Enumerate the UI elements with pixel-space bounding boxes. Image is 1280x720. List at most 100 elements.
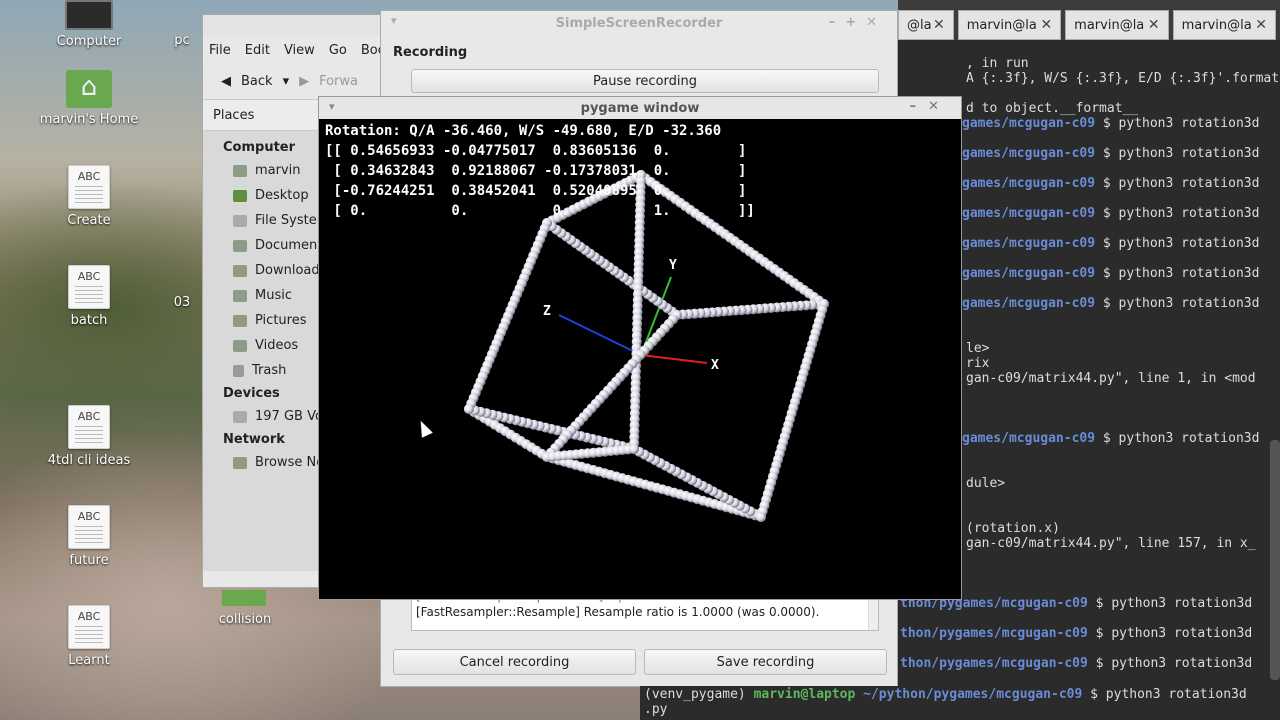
document-icon: ABC — [68, 405, 110, 449]
terminal-line: dule> — [966, 476, 1006, 491]
axis-label-z: Z — [543, 304, 551, 319]
terminal-line: games/mcgugan-c09 $ python3 rotation3d — [962, 176, 1260, 191]
terminal-tab-bar: @la ✕ marvin@la ✕ marvin@la ✕ marvin@la ✕ — [898, 0, 1280, 40]
terminal-line: games/mcgugan-c09 $ python3 rotation3d — [962, 296, 1260, 311]
terminal-tab[interactable]: marvin@la ✕ — [1065, 10, 1169, 40]
close-icon[interactable]: ✕ — [1040, 17, 1052, 33]
menu-file[interactable]: File — [209, 43, 231, 58]
window-controls[interactable]: –✕ — [910, 99, 951, 114]
desktop-icon-label: Computer — [56, 34, 122, 49]
desktop-icon-create[interactable]: ABC Create — [34, 165, 144, 228]
folder-icon — [233, 314, 247, 327]
terminal-line: games/mcgugan-c09 $ python3 rotation3d — [962, 266, 1260, 281]
file-manager-titlebar[interactable] — [203, 15, 381, 37]
window-controls[interactable]: –+✕ — [829, 15, 887, 30]
terminal-line: , in run — [966, 56, 1029, 71]
terminal-line: gan-c09/matrix44.py", line 1, in <mod — [966, 371, 1256, 386]
menu-go[interactable]: Go — [329, 43, 347, 58]
close-icon[interactable]: ✕ — [1255, 17, 1267, 33]
desktop-icon-label: marvin's Home — [39, 112, 139, 127]
back-arrow-icon[interactable]: ◀ — [221, 74, 231, 89]
matrix-row: [-0.76244251 0.38452041 0.52040895 0. ] — [325, 183, 747, 199]
folder-icon[interactable] — [222, 590, 266, 606]
file-manager-menubar: File Edit View Go Bookma — [203, 37, 414, 63]
save-recording-button[interactable]: Save recording — [644, 649, 887, 675]
desktop-icon-batch[interactable]: ABC batch — [34, 265, 144, 328]
network-icon — [233, 456, 247, 469]
terminal-line: games/mcgugan-c09 $ python3 rotation3d — [962, 146, 1260, 161]
document-icon: ABC — [68, 505, 110, 549]
drive-icon — [233, 410, 247, 423]
terminal-line: games/mcgugan-c09 $ python3 rotation3d — [962, 206, 1260, 221]
cube-sphere — [756, 512, 766, 522]
folder-icon — [233, 164, 247, 177]
pause-recording-button[interactable]: Pause recording — [411, 69, 879, 93]
forward-arrow-icon[interactable]: ▶ — [299, 74, 309, 89]
terminal-prompt-line: (venv_pygame) marvin@laptop ~/python/pyg… — [644, 687, 1247, 702]
rotation-readout: Rotation: Q/A -36.460, W/S -49.680, E/D … — [325, 123, 722, 139]
document-icon: ABC — [68, 605, 110, 649]
pygame-titlebar[interactable]: ▾ pygame window –✕ — [319, 97, 961, 119]
desktop-icon-label: batch — [70, 313, 108, 328]
document-icon: ABC — [68, 165, 110, 209]
x-axis-line — [640, 354, 708, 364]
z-axis-line — [558, 314, 642, 356]
terminal-tab[interactable]: marvin@la ✕ — [1172, 10, 1277, 40]
terminal-scrollbar[interactable] — [1270, 440, 1280, 680]
matrix-row: [ 0.34632843 0.92188067 -0.17378031 0. ] — [325, 163, 747, 179]
home-folder-icon — [66, 70, 112, 108]
trash-icon — [233, 364, 244, 377]
terminal-line: rix — [966, 356, 990, 371]
terminal-line: games/mcgugan-c09 $ python3 rotation3d — [962, 431, 1260, 446]
computer-icon — [65, 0, 113, 30]
terminal-line: d to object.__format__ — [966, 101, 1139, 116]
cube-sphere — [464, 404, 474, 414]
close-icon[interactable]: ✕ — [1148, 17, 1160, 33]
desktop-icon-label: Create — [67, 213, 111, 228]
terminal-line: le> — [966, 341, 990, 356]
desktop-icon-computer[interactable]: Computer — [34, 0, 144, 49]
desktop-icon-collision-label[interactable]: collision — [190, 612, 300, 627]
log-line: [FastResampler::Resample] Resample ratio… — [416, 605, 820, 619]
terminal-prompt-continuation: .py — [644, 702, 668, 717]
back-history-dropdown-icon[interactable]: ▾ — [283, 74, 290, 89]
terminal-tab[interactable]: marvin@la ✕ — [957, 10, 1062, 40]
pygame-window[interactable]: ▾ pygame window –✕ X Y Z Rotation: Q/A -36… — [318, 96, 962, 600]
back-button[interactable]: Back — [241, 74, 273, 89]
pygame-title: pygame window — [580, 100, 700, 116]
desktop-folder-icon — [233, 189, 247, 202]
terminal-line: thon/pygames/mcgugan-c09 $ python3 rotat… — [900, 626, 1253, 641]
document-icon: ABC — [68, 265, 110, 309]
menu-edit[interactable]: Edit — [245, 43, 270, 58]
desktop-icon-label: 4tdl cli ideas — [47, 453, 131, 468]
folder-icon — [233, 339, 247, 352]
recording-section-title: Recording — [393, 45, 468, 60]
forward-button[interactable]: Forwa — [319, 74, 358, 89]
desktop-icon-learnt[interactable]: ABC Learnt — [34, 605, 144, 668]
desktop-icon-4tdl[interactable]: ABC 4tdl cli ideas — [34, 405, 144, 468]
recorder-title: SimpleScreenRecorder — [555, 15, 723, 31]
terminal-line: games/mcgugan-c09 $ python3 rotation3d — [962, 116, 1260, 131]
drive-icon — [233, 214, 247, 227]
matrix-row: [[ 0.54656933 -0.04775017 0.83605136 0. … — [325, 143, 747, 159]
terminal-line: games/mcgugan-c09 $ python3 rotation3d — [962, 236, 1260, 251]
window-menu-icon[interactable]: ▾ — [391, 14, 397, 27]
folder-icon — [233, 289, 247, 302]
menu-view[interactable]: View — [284, 43, 315, 58]
desktop-icon-future[interactable]: ABC future — [34, 505, 144, 568]
recorder-titlebar[interactable]: ▾ SimpleScreenRecorder –+✕ — [381, 11, 897, 35]
axis-label-y: Y — [669, 258, 677, 273]
terminal-line: thon/pygames/mcgugan-c09 $ python3 rotat… — [900, 656, 1253, 671]
terminal-line: (rotation.x) — [966, 521, 1060, 536]
desktop-icon-home[interactable]: marvin's Home — [34, 70, 144, 127]
window-menu-icon[interactable]: ▾ — [329, 100, 335, 113]
cube-sphere — [629, 444, 639, 454]
cancel-recording-button[interactable]: Cancel recording — [393, 649, 636, 675]
terminal-prompt-area[interactable]: (venv_pygame) marvin@laptop ~/python/pyg… — [640, 686, 1280, 720]
close-icon[interactable]: ✕ — [933, 17, 945, 33]
terminal-tab[interactable]: @la ✕ — [898, 10, 954, 40]
matrix-row: [ 0. 0. 0. 1. ]] — [325, 203, 755, 219]
terminal-line: A {:.3f}, W/S {:.3f}, E/D {:.3f}'.format… — [966, 71, 1280, 86]
places-label: Places — [213, 107, 255, 123]
file-manager-toolbar: ◀ Back ▾ ▶ Forwa — [203, 63, 381, 99]
